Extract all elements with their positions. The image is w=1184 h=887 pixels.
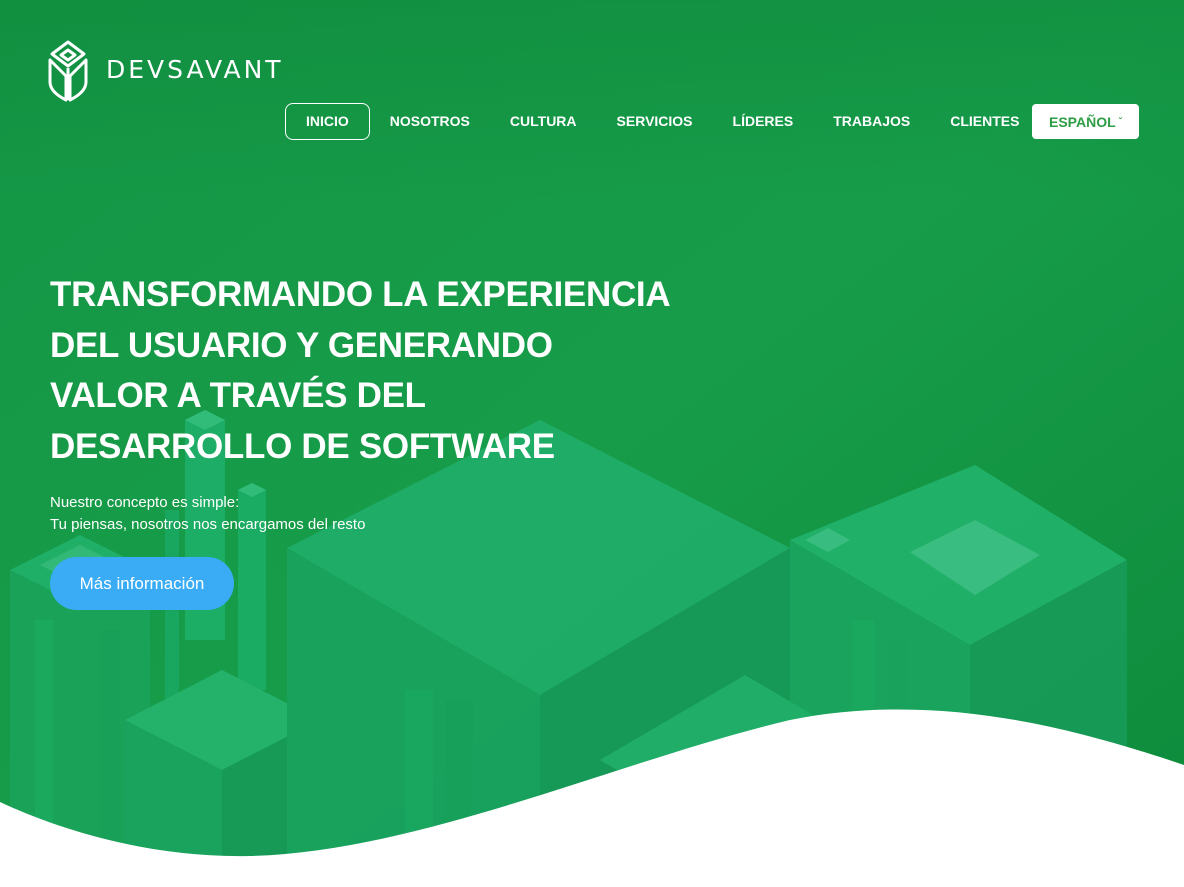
nav-item-trabajos[interactable]: TRABAJOS	[813, 103, 930, 140]
language-dropdown[interactable]: ESPAÑOL ˇ	[1032, 104, 1139, 139]
brand-name: DEVSAVANT	[106, 54, 284, 84]
leaf-shield-icon	[48, 40, 88, 102]
nav-item-clientes[interactable]: CLIENTES	[930, 103, 1039, 140]
nav-item-lideres[interactable]: LÍDERES	[713, 103, 814, 140]
landing-page: DEVSAVANT INICIO NOSOTROS CULTURA SERVIC…	[0, 0, 1184, 887]
nav-item-inicio[interactable]: INICIO	[285, 103, 370, 140]
hero-title: TRANSFORMANDO LA EXPERIENCIA DEL USUARIO…	[50, 275, 670, 466]
more-info-button[interactable]: Más información	[50, 557, 234, 610]
main-nav: INICIO NOSOTROS CULTURA SERVICIOS LÍDERE…	[285, 103, 1039, 140]
hero-subtitle-line-1: Nuestro concepto es simple:	[50, 494, 240, 511]
hero-subtitle-line-2: Tu piensas, nosotros nos encargamos del …	[50, 516, 366, 533]
hero-subtitle: Nuestro concepto es simple: Tu piensas, …	[50, 492, 365, 536]
nav-item-nosotros[interactable]: NOSOTROS	[370, 103, 490, 140]
nav-item-servicios[interactable]: SERVICIOS	[597, 103, 713, 140]
language-label: ESPAÑOL	[1049, 113, 1116, 130]
nav-item-cultura[interactable]: CULTURA	[490, 103, 597, 140]
brand-logo[interactable]: DEVSAVANT	[44, 38, 284, 104]
chevron-down-icon: ˇ	[1118, 117, 1122, 128]
